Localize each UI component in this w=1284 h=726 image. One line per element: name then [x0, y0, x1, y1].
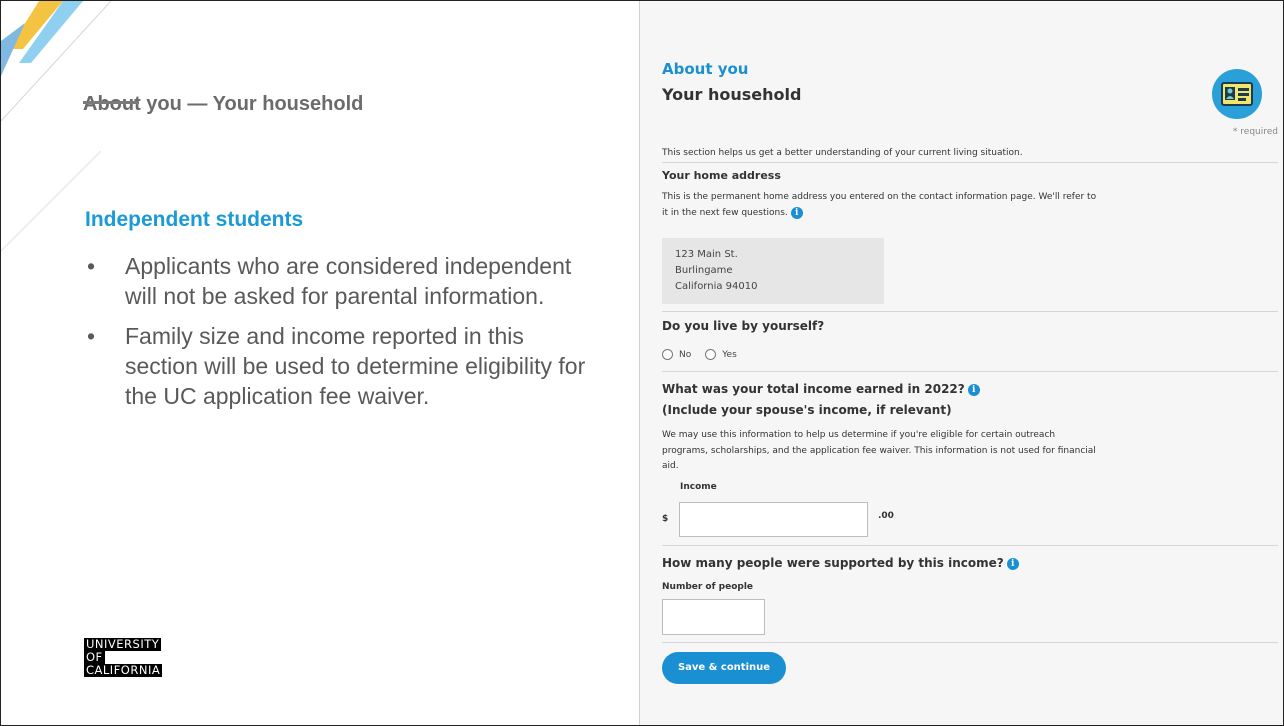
divider: [662, 642, 1278, 643]
presentation-slide: About you — Your household Independent s…: [0, 0, 1284, 726]
title-underline: [83, 101, 139, 104]
logo-line: CALIFORNIA: [84, 663, 163, 677]
divider: [662, 162, 1278, 163]
slide-subheading: Independent students: [85, 208, 304, 231]
currency-symbol: $: [662, 514, 669, 524]
address-line: California 94010: [675, 281, 758, 292]
address-line: 123 Main St.: [675, 249, 738, 260]
address-line: Burlingame: [675, 265, 733, 276]
info-icon[interactable]: i: [790, 206, 803, 219]
divider: [662, 545, 1278, 546]
university-of-california-logo: UNIVERSITY OF CALIFORNIA: [84, 638, 163, 677]
bullet-list: • Applicants who are considered independ…: [85, 251, 595, 421]
radio-option-no[interactable]: No: [662, 349, 691, 360]
radio-no[interactable]: [662, 349, 673, 360]
save-continue-button[interactable]: Save & continue: [662, 652, 786, 684]
people-field-label: Number of people: [662, 582, 754, 592]
number-of-people-input[interactable]: [662, 599, 765, 635]
people-question-text: How many people were supported by this i…: [662, 556, 1004, 570]
home-address-desc: This is the permanent home address you e…: [662, 192, 1097, 202]
radio-label-yes: Yes: [722, 349, 737, 360]
home-address-box: 123 Main St. Burlingame California 94010: [662, 238, 884, 304]
live-alone-radio-group: No Yes: [662, 349, 737, 360]
income-question-text: What was your total income earned in 202…: [662, 382, 965, 396]
income-question: What was your total income earned in 202…: [662, 382, 980, 396]
application-form-panel: About you Your household * required This…: [639, 1, 1283, 725]
slide-title: About you — Your household: [83, 93, 364, 115]
divider: [662, 311, 1278, 312]
income-question-subtext: (Include your spouse's income, if releva…: [662, 403, 952, 417]
divider: [662, 371, 1278, 372]
bullet-item: • Family size and income reported in thi…: [85, 321, 595, 411]
info-icon[interactable]: i: [1006, 557, 1019, 570]
form-title: Your household: [662, 85, 802, 104]
home-address-desc-text: it in the next few questions.: [662, 208, 788, 218]
income-cents: .00: [878, 511, 894, 521]
bullet-text: Applicants who are considered independen…: [125, 253, 572, 309]
income-desc: We may use this information to help us d…: [662, 430, 1056, 440]
live-alone-question: Do you live by yourself?: [662, 319, 825, 333]
required-note: * required: [1232, 127, 1278, 137]
income-desc: programs, scholarships, and the applicat…: [662, 446, 1096, 456]
income-input[interactable]: [679, 502, 868, 537]
radio-yes[interactable]: [705, 349, 717, 360]
radio-option-yes[interactable]: Yes: [705, 349, 737, 360]
bullet-marker: •: [87, 253, 96, 279]
bullet-item: • Applicants who are considered independ…: [85, 251, 595, 311]
bullet-text: Family size and income reported in this …: [125, 323, 586, 409]
bullet-marker: •: [87, 323, 96, 349]
people-question: How many people were supported by this i…: [662, 556, 1019, 570]
home-address-heading: Your home address: [662, 169, 781, 182]
income-desc: aid.: [662, 461, 679, 471]
info-icon[interactable]: i: [967, 383, 980, 396]
form-section-label: About you: [662, 60, 749, 78]
income-field-label: Income: [680, 482, 717, 492]
id-card-icon: [1212, 69, 1262, 119]
home-address-desc-line2: it in the next few questions. i: [662, 206, 803, 220]
radio-label-no: No: [679, 349, 692, 360]
section-intro: This section helps us get a better under…: [662, 148, 1023, 158]
